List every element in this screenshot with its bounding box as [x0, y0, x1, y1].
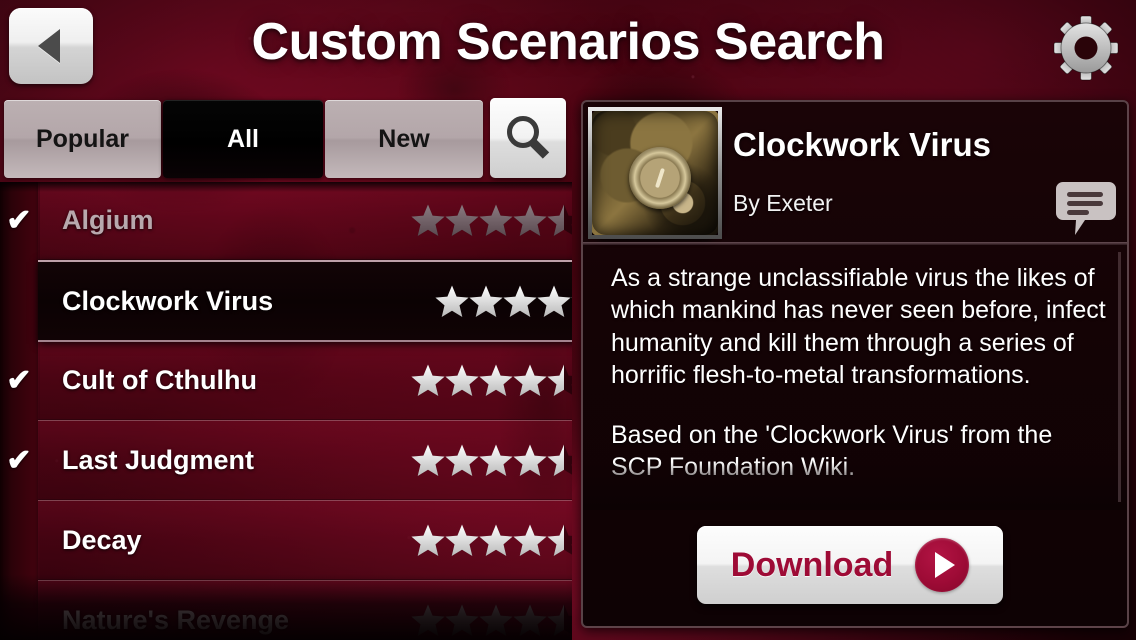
search-icon [507, 116, 550, 159]
list-item[interactable]: ✔ Algium [6, 182, 572, 260]
star-icon [445, 364, 479, 396]
star-icon [479, 604, 513, 636]
list-item-name: Cult of Cthulhu [62, 364, 257, 395]
download-button-label: Download [730, 545, 894, 584]
star-icon [411, 204, 445, 236]
search-button[interactable] [490, 98, 566, 178]
list-item-name: Algium [62, 204, 154, 235]
star-icon [445, 524, 479, 556]
checkmark-icon: ✔ [6, 363, 32, 397]
page-title: Custom Scenarios Search [251, 13, 885, 71]
star-icon [513, 604, 547, 636]
star-icon [503, 285, 537, 317]
list-item[interactable]: Decay [38, 500, 572, 580]
description-text: As a strange unclassifiable virus the li… [583, 248, 1127, 484]
star-icon [435, 285, 469, 317]
list-item[interactable]: Nature's Revenge [38, 580, 572, 640]
tab-all[interactable]: All [163, 100, 323, 178]
header-bar: Custom Scenarios Search [0, 0, 1136, 96]
rating-stars [434, 284, 572, 318]
star-icon [547, 524, 572, 556]
detail-divider [583, 242, 1127, 245]
scenario-list[interactable]: ✔ Algium Clockwork Virus ✔ Cult of Cthulhu ✔ L… [0, 182, 572, 640]
star-icon [445, 204, 479, 236]
description-scrollbar[interactable] [1118, 252, 1121, 502]
star-icon [547, 604, 572, 636]
star-icon [479, 444, 513, 476]
list-item-name: Clockwork Virus [62, 285, 274, 316]
rating-stars [410, 523, 572, 557]
clockwork-gears-thumbnail [588, 107, 722, 239]
scenario-detail-panel: Clockwork Virus By Exeter As a strange u… [581, 100, 1129, 628]
star-icon [411, 524, 445, 556]
list-item[interactable]: ✔ Cult of Cthulhu [6, 340, 572, 420]
star-icon [547, 444, 572, 476]
rating-stars [410, 203, 572, 237]
list-item[interactable]: ✔ Last Judgment [6, 420, 572, 500]
star-icon [411, 364, 445, 396]
settings-button[interactable] [1050, 12, 1122, 84]
detail-header: Clockwork Virus By Exeter [583, 102, 1127, 245]
detail-title: Clockwork Virus [733, 126, 991, 163]
tab-new-label: New [378, 124, 430, 153]
star-icon [479, 204, 513, 236]
star-icon [411, 604, 445, 636]
star-icon [513, 364, 547, 396]
description-paragraph-1: As a strange unclassifiable virus the li… [611, 264, 1106, 389]
tab-bar: Popular All New [0, 98, 570, 178]
detail-author: By Exeter [733, 190, 833, 216]
star-icon [547, 204, 572, 236]
tab-popular-label: Popular [35, 124, 130, 153]
tab-popular[interactable]: Popular [4, 100, 161, 178]
star-icon [479, 524, 513, 556]
star-icon [411, 444, 445, 476]
checkmark-icon: ✔ [6, 443, 32, 477]
list-item[interactable]: Clockwork Virus [38, 260, 572, 342]
description-paragraph-2: Based on the 'Clockwork Virus' from the … [611, 421, 1053, 482]
star-icon [571, 297, 572, 299]
app-root: Custom Scenarios Search Popular All New … [0, 0, 1136, 640]
description-scroll-area[interactable]: As a strange unclassifiable virus the li… [583, 248, 1127, 510]
star-icon [469, 285, 503, 317]
list-item-name: Nature's Revenge [62, 604, 290, 635]
rating-stars [410, 443, 572, 477]
star-icon [445, 444, 479, 476]
star-icon [513, 524, 547, 556]
comment-bubble-icon [1056, 182, 1116, 235]
thumbnail-gear-ring [629, 146, 692, 209]
star-icon [537, 285, 571, 317]
star-icon [513, 444, 547, 476]
list-item-name: Last Judgment [62, 444, 255, 475]
checkmark-icon: ✔ [6, 203, 32, 237]
star-icon [445, 604, 479, 636]
star-icon [479, 364, 513, 396]
star-icon [513, 204, 547, 236]
play-triangle-icon [915, 538, 970, 592]
comments-button[interactable] [1055, 180, 1117, 238]
gear-icon [1053, 15, 1119, 81]
tab-new[interactable]: New [325, 100, 483, 178]
star-icon [547, 364, 572, 396]
rating-stars [410, 363, 572, 397]
list-item-name: Decay [62, 524, 142, 555]
rating-stars [410, 603, 572, 637]
download-button[interactable]: Download [697, 526, 1003, 604]
tab-all-label: All [227, 124, 259, 153]
